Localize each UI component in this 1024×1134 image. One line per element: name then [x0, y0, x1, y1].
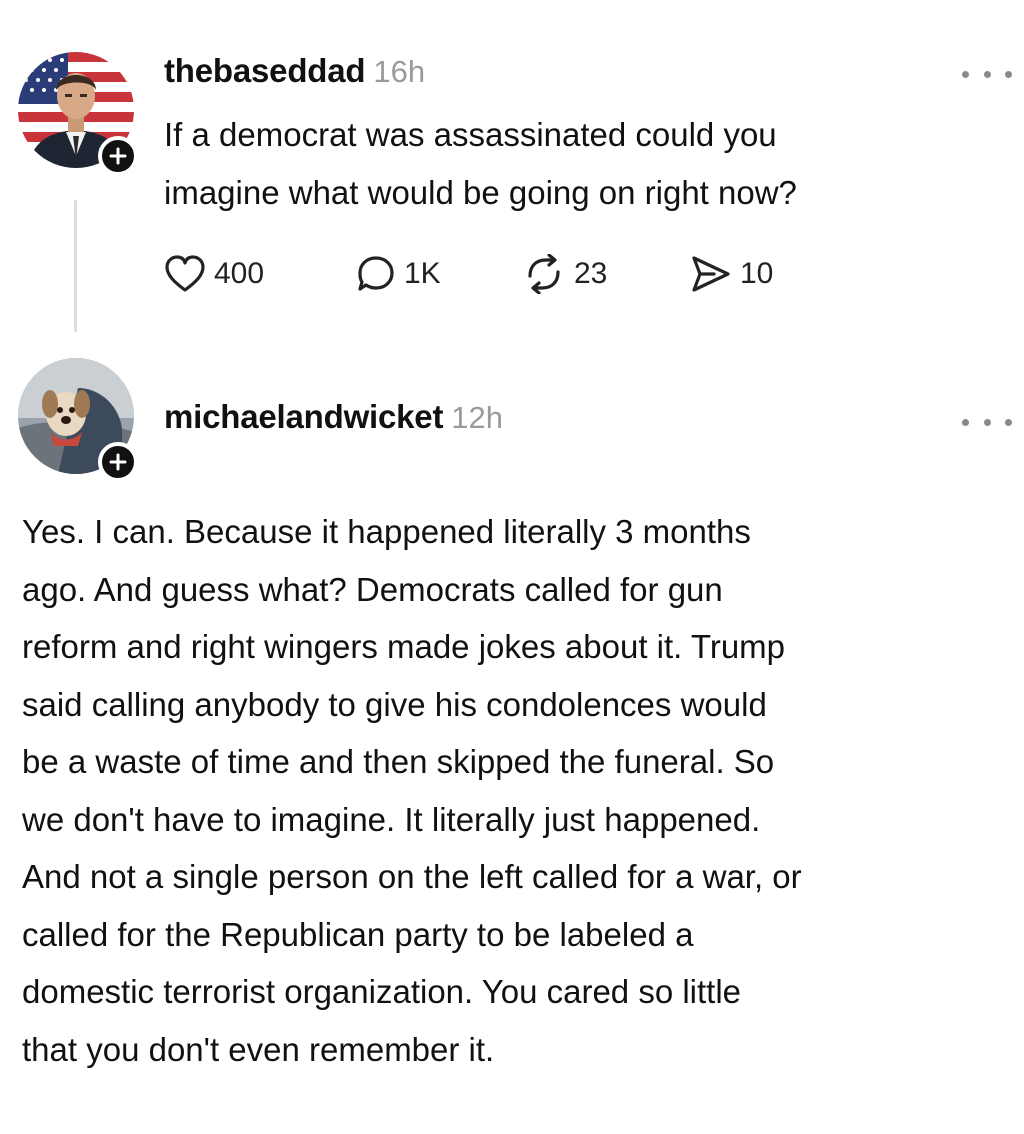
reply-header: michaelandwicket 12h: [164, 398, 503, 436]
follow-button[interactable]: [98, 136, 138, 176]
post-text: If a democrat was assassinated could you…: [164, 116, 797, 211]
like-count: 400: [214, 257, 265, 290]
reply-button[interactable]: 1K: [356, 254, 441, 294]
reply-line: that you don't even remember it.: [22, 1030, 495, 1068]
reply-line: Yes. I can. Because it happened literall…: [22, 513, 751, 550]
plus-icon: [109, 453, 127, 471]
reply-line: ago. And guess what? Democrats called fo…: [22, 570, 723, 608]
reply-line: be a waste of time and then skipped the …: [22, 743, 775, 780]
send-icon: [692, 256, 730, 292]
share-count: 10: [740, 257, 774, 290]
more-horizontal-icon: [962, 418, 969, 426]
thread-line: [74, 200, 77, 332]
more-options-button[interactable]: [962, 62, 1012, 86]
timestamp: 16h: [373, 54, 426, 89]
post-header: thebaseddad 16h: [164, 52, 425, 90]
reply-text: Yes. I can. Because it happened literall…: [22, 503, 1022, 1078]
repost-count: 23: [574, 257, 608, 290]
reply-line: domestic terrorist organization. You car…: [22, 973, 742, 1010]
more-horizontal-icon: [962, 70, 969, 78]
reply-line: called for the Republican party to be la…: [22, 915, 694, 953]
username[interactable]: michaelandwicket: [164, 398, 443, 435]
reply-line: we don't have to imagine. It literally j…: [22, 800, 761, 838]
reply-count: 1K: [404, 257, 441, 290]
repost-button[interactable]: 23: [522, 254, 607, 294]
reply-line: reform and right wingers made jokes abou…: [22, 628, 786, 665]
repost-icon: [528, 254, 560, 294]
like-button[interactable]: 400: [164, 254, 264, 294]
username[interactable]: thebaseddad: [164, 52, 366, 89]
plus-icon: [109, 147, 127, 165]
comment-icon: [358, 256, 394, 291]
share-button[interactable]: 10: [690, 254, 773, 294]
reply-line: said calling anybody to give his condole…: [22, 685, 767, 723]
reply-line: And not a single person on the left call…: [22, 858, 802, 895]
heart-icon: [165, 255, 205, 292]
follow-button[interactable]: [98, 442, 138, 482]
timestamp: 12h: [451, 400, 503, 435]
more-options-button[interactable]: [962, 410, 1012, 434]
